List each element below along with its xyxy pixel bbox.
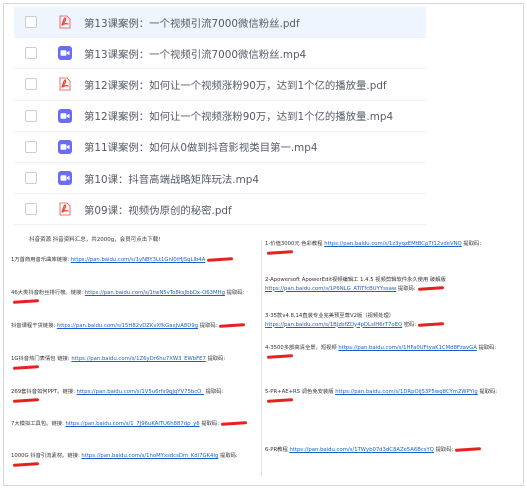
file-checkbox[interactable] xyxy=(25,172,37,185)
file-row[interactable]: 第11课案例：如何从0做到抖音影视类目第一.mp4 xyxy=(14,132,426,163)
extract-code-label: 提取码: xyxy=(463,241,482,247)
file-row[interactable]: 第10课：抖音高端战略矩阵玩法.mp4 xyxy=(14,163,426,195)
resource-label: 1000G 抖音引流素材。链接: xyxy=(11,453,80,459)
extract-code-label: 提取码: xyxy=(207,356,226,362)
redaction-mark xyxy=(12,397,40,403)
file-name[interactable]: 第12课案例：如何让一个视频涨粉90万，达到1个亿的播放量.pdf xyxy=(84,77,387,92)
extract-code-label: 提取码: xyxy=(435,447,454,453)
redaction-mark xyxy=(207,257,234,262)
resource-label: 1万首商用音乐曲库链接: xyxy=(11,257,70,263)
resource-label: 2-Apowersoft ApowerEdit视频编辑工 1.4.5 视频剪辑软… xyxy=(265,277,446,283)
file-row[interactable]: 第09课：视频伪原创的秘密.pdf xyxy=(14,194,426,226)
resource-entry: 4-3500多部高清全景，短视频 https://pan.baidu.com/s… xyxy=(265,344,505,361)
file-name[interactable]: 第11课案例：如何从0做到抖音影视类目第一.mp4 xyxy=(84,139,318,154)
resource-entry: 1万首商用音乐曲库链接: https://pan.baidu.com/s/1yN… xyxy=(11,256,251,265)
redaction-mark xyxy=(219,323,246,328)
column-divider xyxy=(261,240,262,476)
file-list: 第13课案例：一个视频引流7000微信粉丝.pdf 第13课案例：一个视频引流70… xyxy=(14,7,426,226)
file-checkbox[interactable] xyxy=(25,140,37,153)
resource-entry: 46大类抖音粉丝排行榜。链接: https://pan.baidu.com/s/… xyxy=(11,289,251,306)
file-row[interactable]: 第13课案例：一个视频引流7000微信粉丝.pdf xyxy=(14,7,426,39)
resource-entry: 1-价值3000元 色彩教程 https://pan.baidu.com/s/1… xyxy=(265,240,505,257)
file-checkbox[interactable] xyxy=(25,47,37,60)
redaction-mark xyxy=(418,321,445,327)
extract-code-label: 提取码: xyxy=(397,285,416,292)
resource-link[interactable]: https://pan.baidu.com/s/1TWyb07d3dC8AZe5… xyxy=(289,447,434,453)
resource-link[interactable]: https://pan.baidu.com/s/1DRpOlj53P5wq8CY… xyxy=(335,389,478,395)
redaction-mark xyxy=(12,364,40,370)
file-checkbox[interactable] xyxy=(25,203,37,216)
resource-entry: 6-PR教程 https://pan.baidu.com/s/1TWyb07d3… xyxy=(265,446,505,455)
redaction-mark xyxy=(12,298,40,304)
file-checkbox[interactable] xyxy=(25,78,37,91)
resource-label: 46大类抖音粉丝排行榜。链接: xyxy=(11,290,84,296)
resource-label: 5-PR+AE+RS 调色免安装版 xyxy=(265,389,334,395)
resource-link[interactable]: https://pan.baidu.com/s/1BJzbfZDy4pDLsIH… xyxy=(265,322,402,328)
resource-label: 1G抖音热门表情包 链接: xyxy=(11,356,70,362)
extract-code-label: 密码: xyxy=(403,321,417,328)
file-name[interactable]: 第12课案例：如何让一个视频涨粉90万，达到1个亿的播放量.mp4 xyxy=(84,108,393,123)
resource-link[interactable]: https://pan.baidu.com/s/1yNBY3Lt1GnI0iHJ… xyxy=(71,257,206,263)
resource-label: 6-PR教程 xyxy=(265,447,288,453)
resource-link[interactable]: https://pan.baidu.com/s/1twN5vTo8ksJbbDx… xyxy=(85,290,225,296)
resource-link[interactable]: https://pan.baidu.com/s/1Z6yDr6hu7XW3_EW… xyxy=(71,356,206,362)
file-row[interactable]: 第12课案例：如何让一个视频涨粉90万，达到1个亿的播放量.mp4 xyxy=(14,101,426,132)
resource-entry: 2-Apowersoft ApowerEdit视频编辑工 1.4.5 视频剪辑软… xyxy=(265,276,505,293)
resource-link[interactable]: https://pan.baidu.com/s/15H82vDZKvXfkGax… xyxy=(57,323,198,329)
resource-entry: 抖音课程干货链接: https://pan.baidu.com/s/15H82v… xyxy=(11,322,251,331)
redaction-mark xyxy=(220,421,248,426)
resource-link[interactable]: https://pan.baidu.com/s/1z3yqzEMtBCpTf12… xyxy=(324,241,462,247)
resource-entry: 269套抖音如何PPT。链接: https://pan.baidu.com/s/… xyxy=(11,388,251,405)
resource-link[interactable]: https://pan.baidu.com/s/1HFa0UFtyaK1CMd8… xyxy=(338,345,476,351)
resource-link[interactable]: https://pan.baidu.com/s/1P6NLG_ATiTfcBUY… xyxy=(265,286,396,292)
redaction-mark xyxy=(266,249,294,255)
resource-label: 抖音课程干货链接: xyxy=(11,323,56,329)
file-row[interactable]: 第13课案例：一个视频引流7000微信粉丝.mp4 xyxy=(14,38,426,70)
pdf-file-icon xyxy=(58,76,72,92)
redaction-mark xyxy=(417,285,444,291)
video-file-icon xyxy=(58,139,72,155)
redaction-mark xyxy=(455,447,482,452)
document-image: 抖音资源 抖音资料汇总，共2000g，会员可点击下载! 1万首商用音乐曲库链接:… xyxy=(11,228,515,482)
resource-link[interactable]: https://pan.baidu.com/s/1hoMYxsdcsDm_Kdl… xyxy=(81,453,218,459)
extract-code-label: 提取码: xyxy=(226,290,245,296)
extract-code-label: 提取码: xyxy=(479,389,498,395)
extract-code-label: 提取码: xyxy=(199,323,218,329)
resource-label: 1-价值3000元 色彩教程 xyxy=(265,241,323,247)
resource-label: 4-3500多部高清全景，短视频 xyxy=(265,345,337,351)
document-title: 抖音资源 抖音资料汇总，共2000g，会员可点击下载! xyxy=(29,237,161,243)
resource-entry: 3-35款v4.8.14直装专业完美预至尊V2版（视频处理） https://p… xyxy=(265,312,505,329)
resource-entry: 7大模拟工具包。链接: https://pan.baidu.com/s/1_7J… xyxy=(11,420,251,429)
file-name[interactable]: 第09课：视频伪原创的秘密.pdf xyxy=(84,202,232,217)
resource-label: 7大模拟工具包。链接: xyxy=(11,421,64,427)
file-name[interactable]: 第13课案例：一个视频引流7000微信粉丝.mp4 xyxy=(84,46,306,61)
extract-code-label: 提取码: xyxy=(201,421,220,427)
resource-link[interactable]: https://pan.baidu.com/s/1V5u6rfx9qJqYV75… xyxy=(77,389,204,395)
video-file-icon xyxy=(58,45,72,61)
resource-label: 269套抖音如何PPT。链接: xyxy=(11,389,75,395)
pdf-file-icon xyxy=(58,14,72,30)
extract-code-label: 提取码: xyxy=(478,345,497,351)
redaction-mark xyxy=(266,353,294,359)
file-row[interactable]: 第12课案例：如何让一个视频涨粉90万，达到1个亿的播放量.pdf xyxy=(14,69,426,101)
extract-code-label: 提取码: xyxy=(205,389,224,395)
extract-code-label: 提取码: xyxy=(220,453,238,459)
video-file-icon xyxy=(58,108,72,124)
file-checkbox[interactable] xyxy=(25,109,37,122)
resource-link[interactable]: https://pan.baidu.com/s/1_7J96uKAlTU6h88… xyxy=(66,421,200,427)
resource-label: 3-35款v4.8.14直装专业完美预至尊V2版（视频处理） xyxy=(265,313,395,319)
redaction-mark xyxy=(12,461,40,467)
pdf-file-icon xyxy=(58,201,72,217)
file-checkbox[interactable] xyxy=(25,16,37,29)
file-name[interactable]: 第10课：抖音高端战略矩阵玩法.mp4 xyxy=(84,171,259,186)
redaction-mark xyxy=(266,397,294,403)
resource-entry: 1G抖音热门表情包 链接: https://pan.baidu.com/s/1Z… xyxy=(11,355,251,372)
resource-entry: 5-PR+AE+RS 调色免安装版 https://pan.baidu.com/… xyxy=(265,388,505,405)
video-file-icon xyxy=(58,170,72,186)
file-name[interactable]: 第13课案例：一个视频引流7000微信粉丝.pdf xyxy=(84,15,300,30)
resource-entry: 1000G 抖音引流素材。链接: https://pan.baidu.com/s… xyxy=(11,452,251,469)
